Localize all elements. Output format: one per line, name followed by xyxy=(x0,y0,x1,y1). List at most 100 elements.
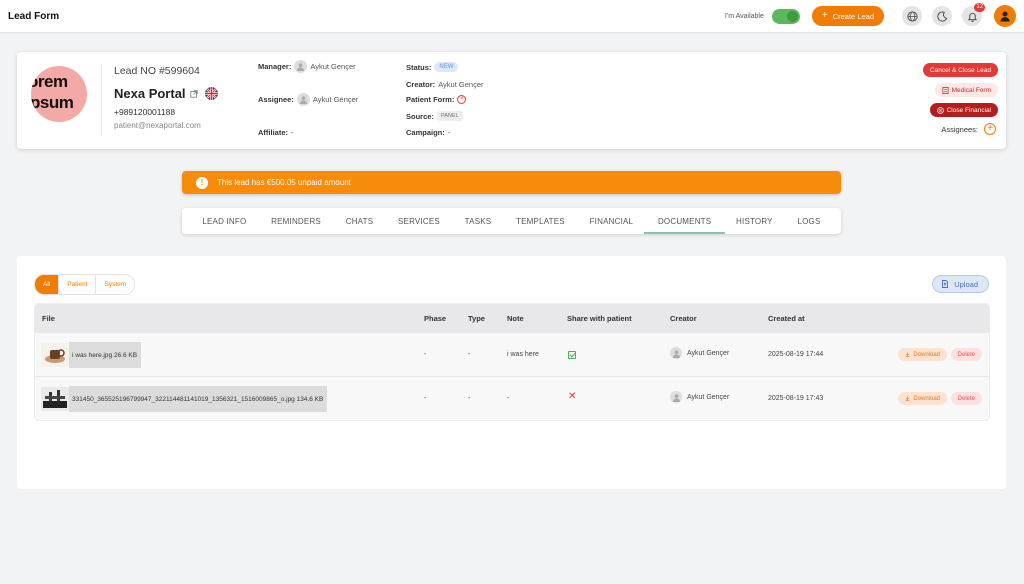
add-assignee-icon[interactable]: + xyxy=(984,123,996,135)
type-value: - xyxy=(468,395,471,402)
uk-flag-icon xyxy=(204,87,218,100)
divider xyxy=(101,64,102,136)
warning-icon: ! xyxy=(196,176,208,189)
alert-text: This lead has €500.05 unpaid amount xyxy=(217,178,351,187)
lead-tabs: LEAD INFO REMINDERS CHATS SERVICES TASKS… xyxy=(182,208,841,234)
delete-button[interactable]: Delete xyxy=(950,348,982,361)
column-note: Note xyxy=(507,314,524,323)
assignee-label: Assignee: xyxy=(258,95,294,104)
source-label: Source: xyxy=(406,111,434,121)
availability-toggle[interactable] xyxy=(771,8,800,24)
file-thumbnail xyxy=(41,343,69,367)
lead-avatar-logo-line2: psum xyxy=(31,93,74,112)
external-link-icon[interactable] xyxy=(189,89,198,98)
tab-services[interactable]: SERVICES xyxy=(394,209,444,234)
campaign-row: Campaign: - xyxy=(406,128,450,137)
globe-icon xyxy=(906,10,918,22)
campaign-value: - xyxy=(447,128,451,137)
patient-form-label: Patient Form: xyxy=(406,95,455,104)
create-lead-button[interactable]: + Create Lead xyxy=(811,6,884,26)
assignees-label: Assignees: xyxy=(941,124,978,134)
file-thumbnail xyxy=(41,387,69,411)
shared-check-icon xyxy=(568,351,576,361)
download-label: Download xyxy=(913,351,940,358)
availability-label: I'm Available xyxy=(724,12,764,20)
creator-name: Aykut Gençer xyxy=(438,80,484,89)
tab-documents[interactable]: DOCUMENTS xyxy=(643,209,726,234)
moon-icon xyxy=(936,11,947,22)
upload-label: Upload xyxy=(954,279,978,289)
tab-logs[interactable]: LOGS xyxy=(793,209,824,234)
person-icon xyxy=(296,93,310,106)
not-shared-x-icon: ✕ xyxy=(568,391,577,402)
file-upload-icon xyxy=(942,280,949,288)
assignee-row: Assignee: Aykut Gençer xyxy=(258,93,358,106)
download-label: Download xyxy=(913,395,940,402)
status-row: Status: NEW xyxy=(406,62,459,72)
filter-system[interactable]: System xyxy=(96,275,134,294)
phase-value: - xyxy=(424,351,427,358)
documents-table: File Phase Type Note Share with patient … xyxy=(34,303,990,421)
filter-patient[interactable]: Patient xyxy=(59,275,97,294)
notification-count-badge: 12 xyxy=(974,3,985,12)
filter-all[interactable]: All xyxy=(35,275,60,294)
theme-button[interactable] xyxy=(932,6,952,26)
language-button[interactable] xyxy=(902,6,922,26)
campaign-label: Campaign: xyxy=(406,128,445,137)
phase-value: - xyxy=(424,395,427,402)
note-value: i was here xyxy=(507,351,539,358)
upload-button[interactable]: Upload xyxy=(932,275,989,293)
column-share: Share with patient xyxy=(567,314,632,323)
notifications-button[interactable]: 12 xyxy=(962,3,985,26)
download-icon xyxy=(905,352,910,357)
plus-icon: + xyxy=(821,10,828,21)
close-financial-button[interactable]: Close Financial xyxy=(929,103,998,117)
file-name: 331450_365525196799947_322114481141019_1… xyxy=(69,386,328,412)
creator-label: Creator: xyxy=(406,80,436,89)
table-header: File Phase Type Note Share with patient … xyxy=(35,304,989,332)
lead-name: Nexa Portal xyxy=(114,86,186,101)
lead-name-row: Nexa Portal xyxy=(114,86,218,101)
lead-avatar: orem psum xyxy=(31,66,87,122)
tab-chats[interactable]: CHATS xyxy=(342,209,378,234)
download-button[interactable]: Download xyxy=(898,348,947,361)
tab-lead-info[interactable]: LEAD INFO xyxy=(198,209,250,234)
assignee-name: Aykut Gençer xyxy=(312,95,359,104)
cancel-close-lead-button[interactable]: Cancel & Close Lead xyxy=(922,63,998,77)
tab-tasks[interactable]: TASKS xyxy=(461,209,496,234)
affiliate-row: Affiliate: - xyxy=(258,128,294,137)
lead-avatar-logo-line1: orem xyxy=(31,72,68,91)
column-created-at: Created at xyxy=(768,314,805,323)
tab-reminders[interactable]: REMINDERS xyxy=(267,209,325,234)
tab-templates[interactable]: TEMPLATES xyxy=(512,209,569,234)
top-bar-actions: I'm Available + Create Lead 12 xyxy=(724,3,1016,27)
tab-history[interactable]: HISTORY xyxy=(732,209,777,234)
user-avatar-button[interactable] xyxy=(994,5,1016,27)
manager-name: Aykut Gençer xyxy=(310,62,356,71)
creator-cell: Aykut Gençer xyxy=(670,347,729,359)
person-icon xyxy=(670,391,682,403)
app-title: Lead Form xyxy=(8,10,60,22)
column-creator: Creator xyxy=(670,314,697,323)
table-row: i was here.jpg 26.6 KB - - i was here Ay… xyxy=(35,332,989,376)
delete-button[interactable]: Delete xyxy=(950,392,982,405)
affiliate-label: Affiliate: xyxy=(258,128,288,137)
source-badge: PANEL xyxy=(436,111,463,121)
column-phase: Phase xyxy=(424,314,447,323)
lead-phone: +989120001188 xyxy=(114,107,176,117)
x-circle-icon xyxy=(936,106,944,114)
download-button[interactable]: Download xyxy=(898,392,947,405)
document-icon xyxy=(942,86,949,94)
file-name: i was here.jpg 26.6 KB xyxy=(69,342,142,368)
column-type: Type xyxy=(468,314,485,323)
medical-form-label: Medical Form xyxy=(951,86,991,94)
person-icon xyxy=(294,60,308,73)
lead-email: patient@nexaportal.com xyxy=(114,121,201,130)
affiliate-value: - xyxy=(291,128,294,137)
manager-label: Manager: xyxy=(258,62,292,71)
file-cell[interactable]: i was here.jpg 26.6 KB xyxy=(41,342,142,368)
tab-financial[interactable]: FINANCIAL xyxy=(586,209,638,234)
creator-name: Aykut Gençer xyxy=(687,393,730,401)
file-cell[interactable]: 331450_365525196799947_322114481141019_1… xyxy=(41,386,328,412)
medical-form-button[interactable]: Medical Form xyxy=(934,83,998,97)
